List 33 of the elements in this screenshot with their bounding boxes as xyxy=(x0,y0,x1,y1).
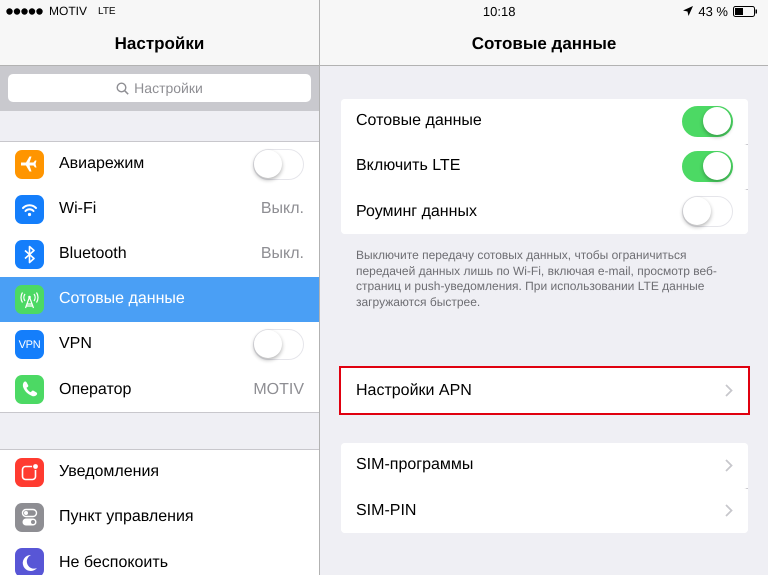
settings-row[interactable]: Не беспокоить xyxy=(0,540,319,575)
settings-row[interactable]: SIM-PIN xyxy=(341,488,748,533)
nav-title: Настройки xyxy=(0,22,319,66)
settings-row[interactable]: Пункт управления xyxy=(0,495,319,540)
toggle-switch[interactable] xyxy=(682,106,733,136)
search-icon xyxy=(116,82,130,94)
toggle-switch[interactable] xyxy=(682,150,733,182)
settings-row[interactable]: Уведомления xyxy=(0,450,319,495)
battery-percent: 43 % xyxy=(698,4,728,18)
settings-row[interactable]: Сотовые данные xyxy=(341,99,748,144)
settings-row[interactable]: Оператор MOTIV xyxy=(0,367,319,412)
carrier-name: MOTIV xyxy=(49,4,87,18)
row-value: Выкл. xyxy=(260,200,304,218)
row-value: MOTIV xyxy=(253,380,304,398)
network-type: LTE xyxy=(98,6,116,16)
settings-row[interactable]: SIM-программы xyxy=(341,443,748,488)
settings-row[interactable]: Настройки APN xyxy=(341,368,748,413)
chevron-icon xyxy=(725,384,733,397)
settings-row[interactable]: Роуминг данных xyxy=(341,189,748,234)
battery-icon xyxy=(733,6,758,16)
settings-row[interactable]: Авиарежим xyxy=(0,142,319,187)
signal-icon xyxy=(6,8,44,14)
vpn-icon: VPN xyxy=(15,330,44,359)
chevron-icon xyxy=(725,504,733,517)
footer-note: Выключите передачу сотовых данных, чтобы ограничиться передачей данных лишь по Wi-Fi, включая e-mail, просмотр веб-страниц и push-уведомления. При использовании LTE данные загружаются быстрее. xyxy=(355,247,718,310)
settings-row[interactable]: Bluetooth Выкл. xyxy=(0,232,319,277)
location-arrow-icon xyxy=(683,6,694,16)
chevron-icon xyxy=(725,458,733,472)
settings-row[interactable]: VPN VPN xyxy=(0,322,319,367)
settings-row[interactable]: Wi-Fi Выкл. xyxy=(0,187,319,232)
status-time: 10:18 xyxy=(482,4,516,18)
nav-title: Сотовые данные xyxy=(320,22,768,66)
row-value: Выкл. xyxy=(260,245,304,263)
